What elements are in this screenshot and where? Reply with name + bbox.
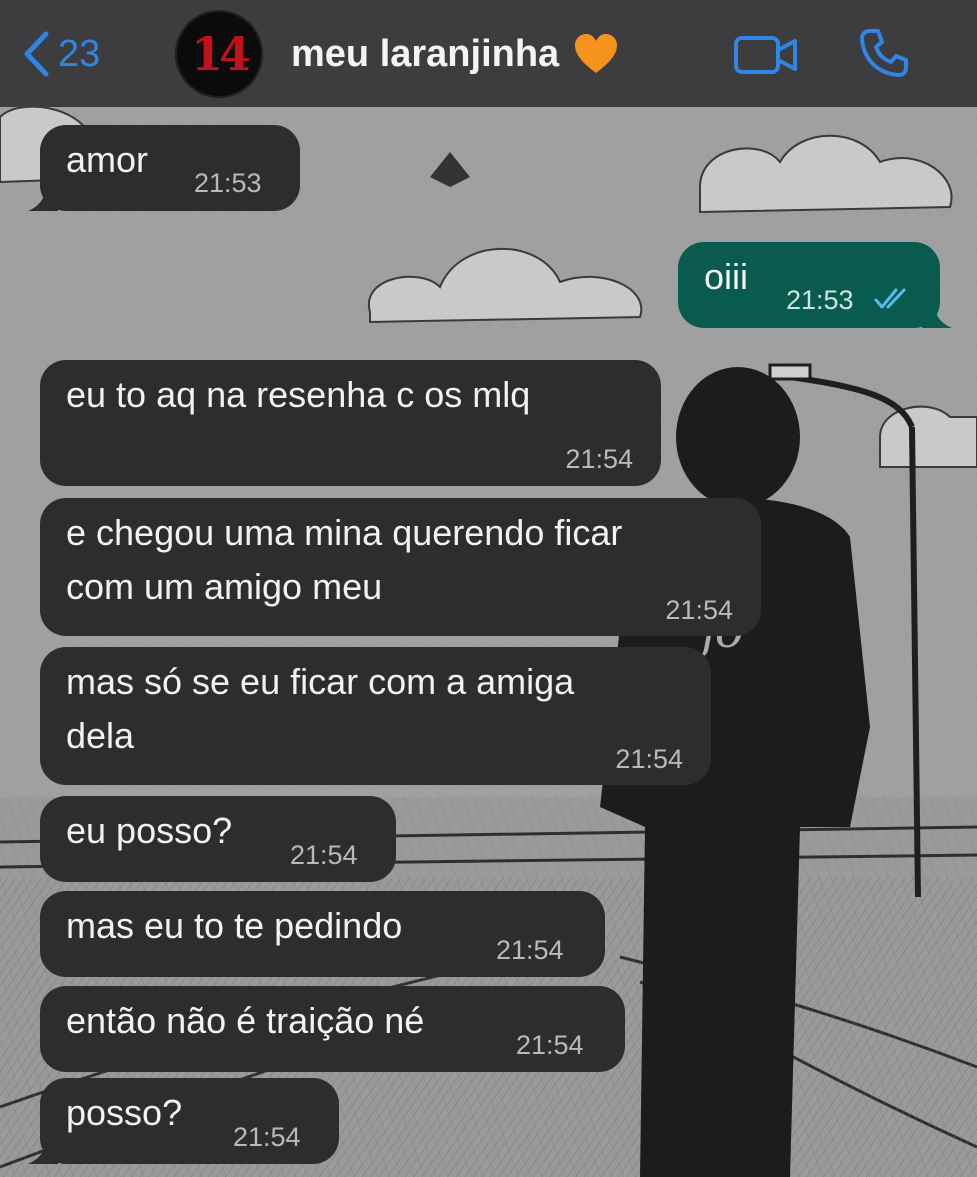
message-text: então não é traição né: [66, 1000, 425, 1041]
bubble-tail: [28, 1138, 58, 1164]
chat-area[interactable]: ĵo amor 21:53 oiii 21:53 eu to aq na res…: [0, 107, 977, 1177]
message-bubble-incoming[interactable]: eu posso? 21:54: [40, 796, 396, 882]
message-bubble-incoming[interactable]: e chegou uma mina querendo ficar com um …: [40, 498, 761, 636]
message-time: 21:54: [665, 595, 733, 625]
message-bubble-outgoing[interactable]: oiii 21:53: [678, 242, 952, 328]
avatar-text: 14: [190, 27, 251, 81]
bubble-tail: [922, 302, 952, 328]
message-time: 21:54: [615, 744, 683, 774]
message-time: 21:54: [233, 1122, 301, 1152]
video-camera-icon: [734, 36, 797, 74]
message-text-line-1: mas só se eu ficar com a amiga: [66, 661, 575, 702]
chevron-left-icon: [24, 31, 49, 77]
message-time: 21:54: [290, 840, 358, 870]
message-text-line-2: com um amigo meu: [66, 566, 383, 607]
contact-info[interactable]: meu laranjinha: [291, 30, 619, 78]
bubble-tail: [28, 185, 58, 211]
message-text: mas eu to te pedindo: [66, 905, 403, 946]
video-call-button[interactable]: [733, 35, 799, 80]
message-text: oiii: [704, 256, 749, 297]
contact-name: meu laranjinha: [291, 32, 560, 75]
message-bubble-incoming[interactable]: posso? 21:54: [28, 1078, 339, 1164]
message-time: 21:54: [565, 444, 633, 474]
message-time: 21:53: [194, 168, 262, 198]
message-time: 21:54: [496, 935, 564, 965]
back-button[interactable]: 23: [22, 28, 100, 80]
phone-icon: [860, 29, 908, 77]
message-bubble-incoming[interactable]: mas eu to te pedindo 21:54: [40, 891, 605, 977]
message-text: amor: [66, 139, 149, 180]
message-text: posso?: [66, 1092, 183, 1133]
message-text-line-1: e chegou uma mina querendo ficar: [66, 512, 623, 553]
orange-heart-icon: [575, 34, 618, 73]
message-bubble-incoming[interactable]: então não é traição né 21:54: [40, 986, 625, 1072]
read-receipt-icon: [874, 288, 906, 309]
message-text: eu to aq na resenha c os mlq: [66, 374, 531, 415]
chat-header: 23 14 meu laranjinha: [0, 0, 977, 107]
message-time: 21:53: [786, 285, 854, 315]
message-bubble-incoming[interactable]: eu to aq na resenha c os mlq 21:54: [40, 360, 661, 486]
voice-call-button[interactable]: [858, 27, 910, 84]
message-text: eu posso?: [66, 810, 233, 851]
avatar[interactable]: 14: [175, 10, 263, 98]
unread-count: 23: [58, 33, 101, 75]
message-bubble-incoming[interactable]: amor 21:53: [28, 125, 300, 211]
message-text-line-2: dela: [66, 715, 135, 756]
message-bubble-incoming[interactable]: mas só se eu ficar com a amiga dela 21:5…: [40, 647, 711, 785]
message-time: 21:54: [516, 1030, 584, 1060]
